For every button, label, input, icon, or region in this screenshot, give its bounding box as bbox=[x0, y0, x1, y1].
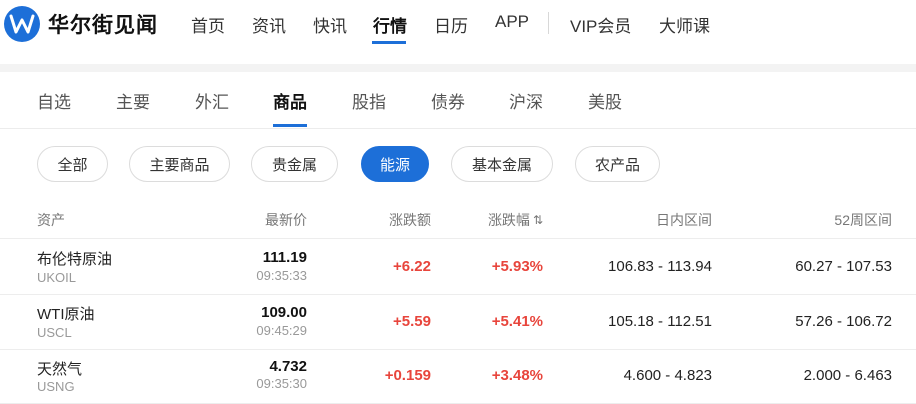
nav-divider bbox=[548, 12, 549, 34]
nav-item-markets[interactable]: 行情 bbox=[373, 12, 407, 37]
tab-watchlist[interactable]: 自选 bbox=[37, 88, 71, 113]
price-change: +5.59 bbox=[393, 313, 431, 330]
nav-item-calendar[interactable]: 日历 bbox=[434, 12, 468, 37]
filter-base-metals[interactable]: 基本金属 bbox=[451, 146, 553, 182]
tab-commodities[interactable]: 商品 bbox=[273, 88, 307, 113]
latest-price: 111.19 bbox=[262, 249, 307, 266]
quote-time: 09:35:30 bbox=[256, 376, 307, 391]
col-price[interactable]: 最新价 bbox=[265, 210, 307, 230]
quote-time: 09:45:29 bbox=[256, 323, 307, 338]
52week-range: 60.27 - 107.53 bbox=[795, 258, 892, 275]
day-range: 105.18 - 112.51 bbox=[608, 313, 712, 330]
header-divider bbox=[0, 238, 916, 239]
52week-range: 57.26 - 106.72 bbox=[795, 313, 892, 330]
section-separator bbox=[0, 64, 916, 72]
nav-item-vip[interactable]: VIP会员 bbox=[570, 12, 631, 37]
price-change-pct: +5.41% bbox=[491, 313, 543, 330]
asset-code: USNG bbox=[37, 379, 75, 394]
col-day-range: 日内区间 bbox=[656, 212, 712, 228]
sort-icon[interactable]: ⇅ bbox=[533, 213, 543, 227]
asset-code: USCL bbox=[37, 325, 72, 340]
nav-active-indicator bbox=[372, 41, 406, 44]
col-asset: 资产 bbox=[37, 212, 65, 228]
filter-energy[interactable]: 能源 bbox=[361, 146, 429, 182]
price-change-pct: +5.93% bbox=[491, 258, 543, 275]
latest-price: 109.00 bbox=[261, 304, 307, 321]
tab-divider bbox=[0, 128, 916, 129]
logo-w-icon bbox=[4, 6, 40, 42]
nav-item-masterclass[interactable]: 大师课 bbox=[659, 12, 710, 37]
table-row[interactable]: 天然气 USNG 4.732 09:35:30 +0.159 +3.48% 4.… bbox=[0, 350, 916, 404]
asset-name[interactable]: 布伦特原油 bbox=[37, 248, 112, 269]
col-change[interactable]: 涨跌额 bbox=[389, 210, 431, 230]
site-logo[interactable]: 华尔街见闻 bbox=[4, 6, 158, 42]
tab-a-shares[interactable]: 沪深 bbox=[509, 88, 543, 113]
site-name: 华尔街见闻 bbox=[48, 12, 158, 37]
col-52week-range: 52周区间 bbox=[834, 212, 892, 228]
tab-major[interactable]: 主要 bbox=[116, 88, 150, 113]
price-change: +6.22 bbox=[393, 258, 431, 275]
filter-major-commodities[interactable]: 主要商品 bbox=[129, 146, 230, 182]
filter-precious-metals[interactable]: 贵金属 bbox=[251, 146, 338, 182]
quote-time: 09:35:33 bbox=[256, 268, 307, 283]
day-range: 4.600 - 4.823 bbox=[623, 367, 712, 384]
top-navigation: 华尔街见闻 首页 资讯 快讯 行情 日历 APP VIP会员 大师课 bbox=[0, 0, 916, 46]
nav-item-app[interactable]: APP bbox=[495, 12, 529, 32]
asset-name[interactable]: WTI原油 bbox=[37, 303, 95, 324]
filter-all[interactable]: 全部 bbox=[37, 146, 108, 182]
price-change-pct: +3.48% bbox=[491, 367, 543, 384]
nav-item-news[interactable]: 资讯 bbox=[252, 12, 286, 37]
nav-item-flash[interactable]: 快讯 bbox=[313, 12, 347, 37]
tab-us-stocks[interactable]: 美股 bbox=[588, 88, 622, 113]
latest-price: 4.732 bbox=[269, 358, 307, 375]
filter-agriculture[interactable]: 农产品 bbox=[575, 146, 660, 182]
asset-name[interactable]: 天然气 bbox=[37, 358, 82, 379]
col-change-pct-label: 涨跌幅 bbox=[487, 212, 530, 228]
asset-code: UKOIL bbox=[37, 270, 77, 285]
tab-forex[interactable]: 外汇 bbox=[195, 88, 229, 113]
tab-active-indicator bbox=[273, 124, 307, 127]
tab-bonds[interactable]: 债券 bbox=[431, 88, 465, 113]
nav-item-home[interactable]: 首页 bbox=[191, 12, 225, 37]
col-change-pct[interactable]: 涨跌幅 ⇅ bbox=[488, 210, 543, 230]
day-range: 106.83 - 113.94 bbox=[608, 258, 712, 275]
price-change: +0.159 bbox=[384, 367, 431, 384]
table-row[interactable]: WTI原油 USCL 109.00 09:45:29 +5.59 +5.41% … bbox=[0, 295, 916, 349]
52week-range: 2.000 - 6.463 bbox=[803, 367, 892, 384]
table-row[interactable]: 布伦特原油 UKOIL 111.19 09:35:33 +6.22 +5.93%… bbox=[0, 240, 916, 294]
tab-indices[interactable]: 股指 bbox=[352, 88, 386, 113]
